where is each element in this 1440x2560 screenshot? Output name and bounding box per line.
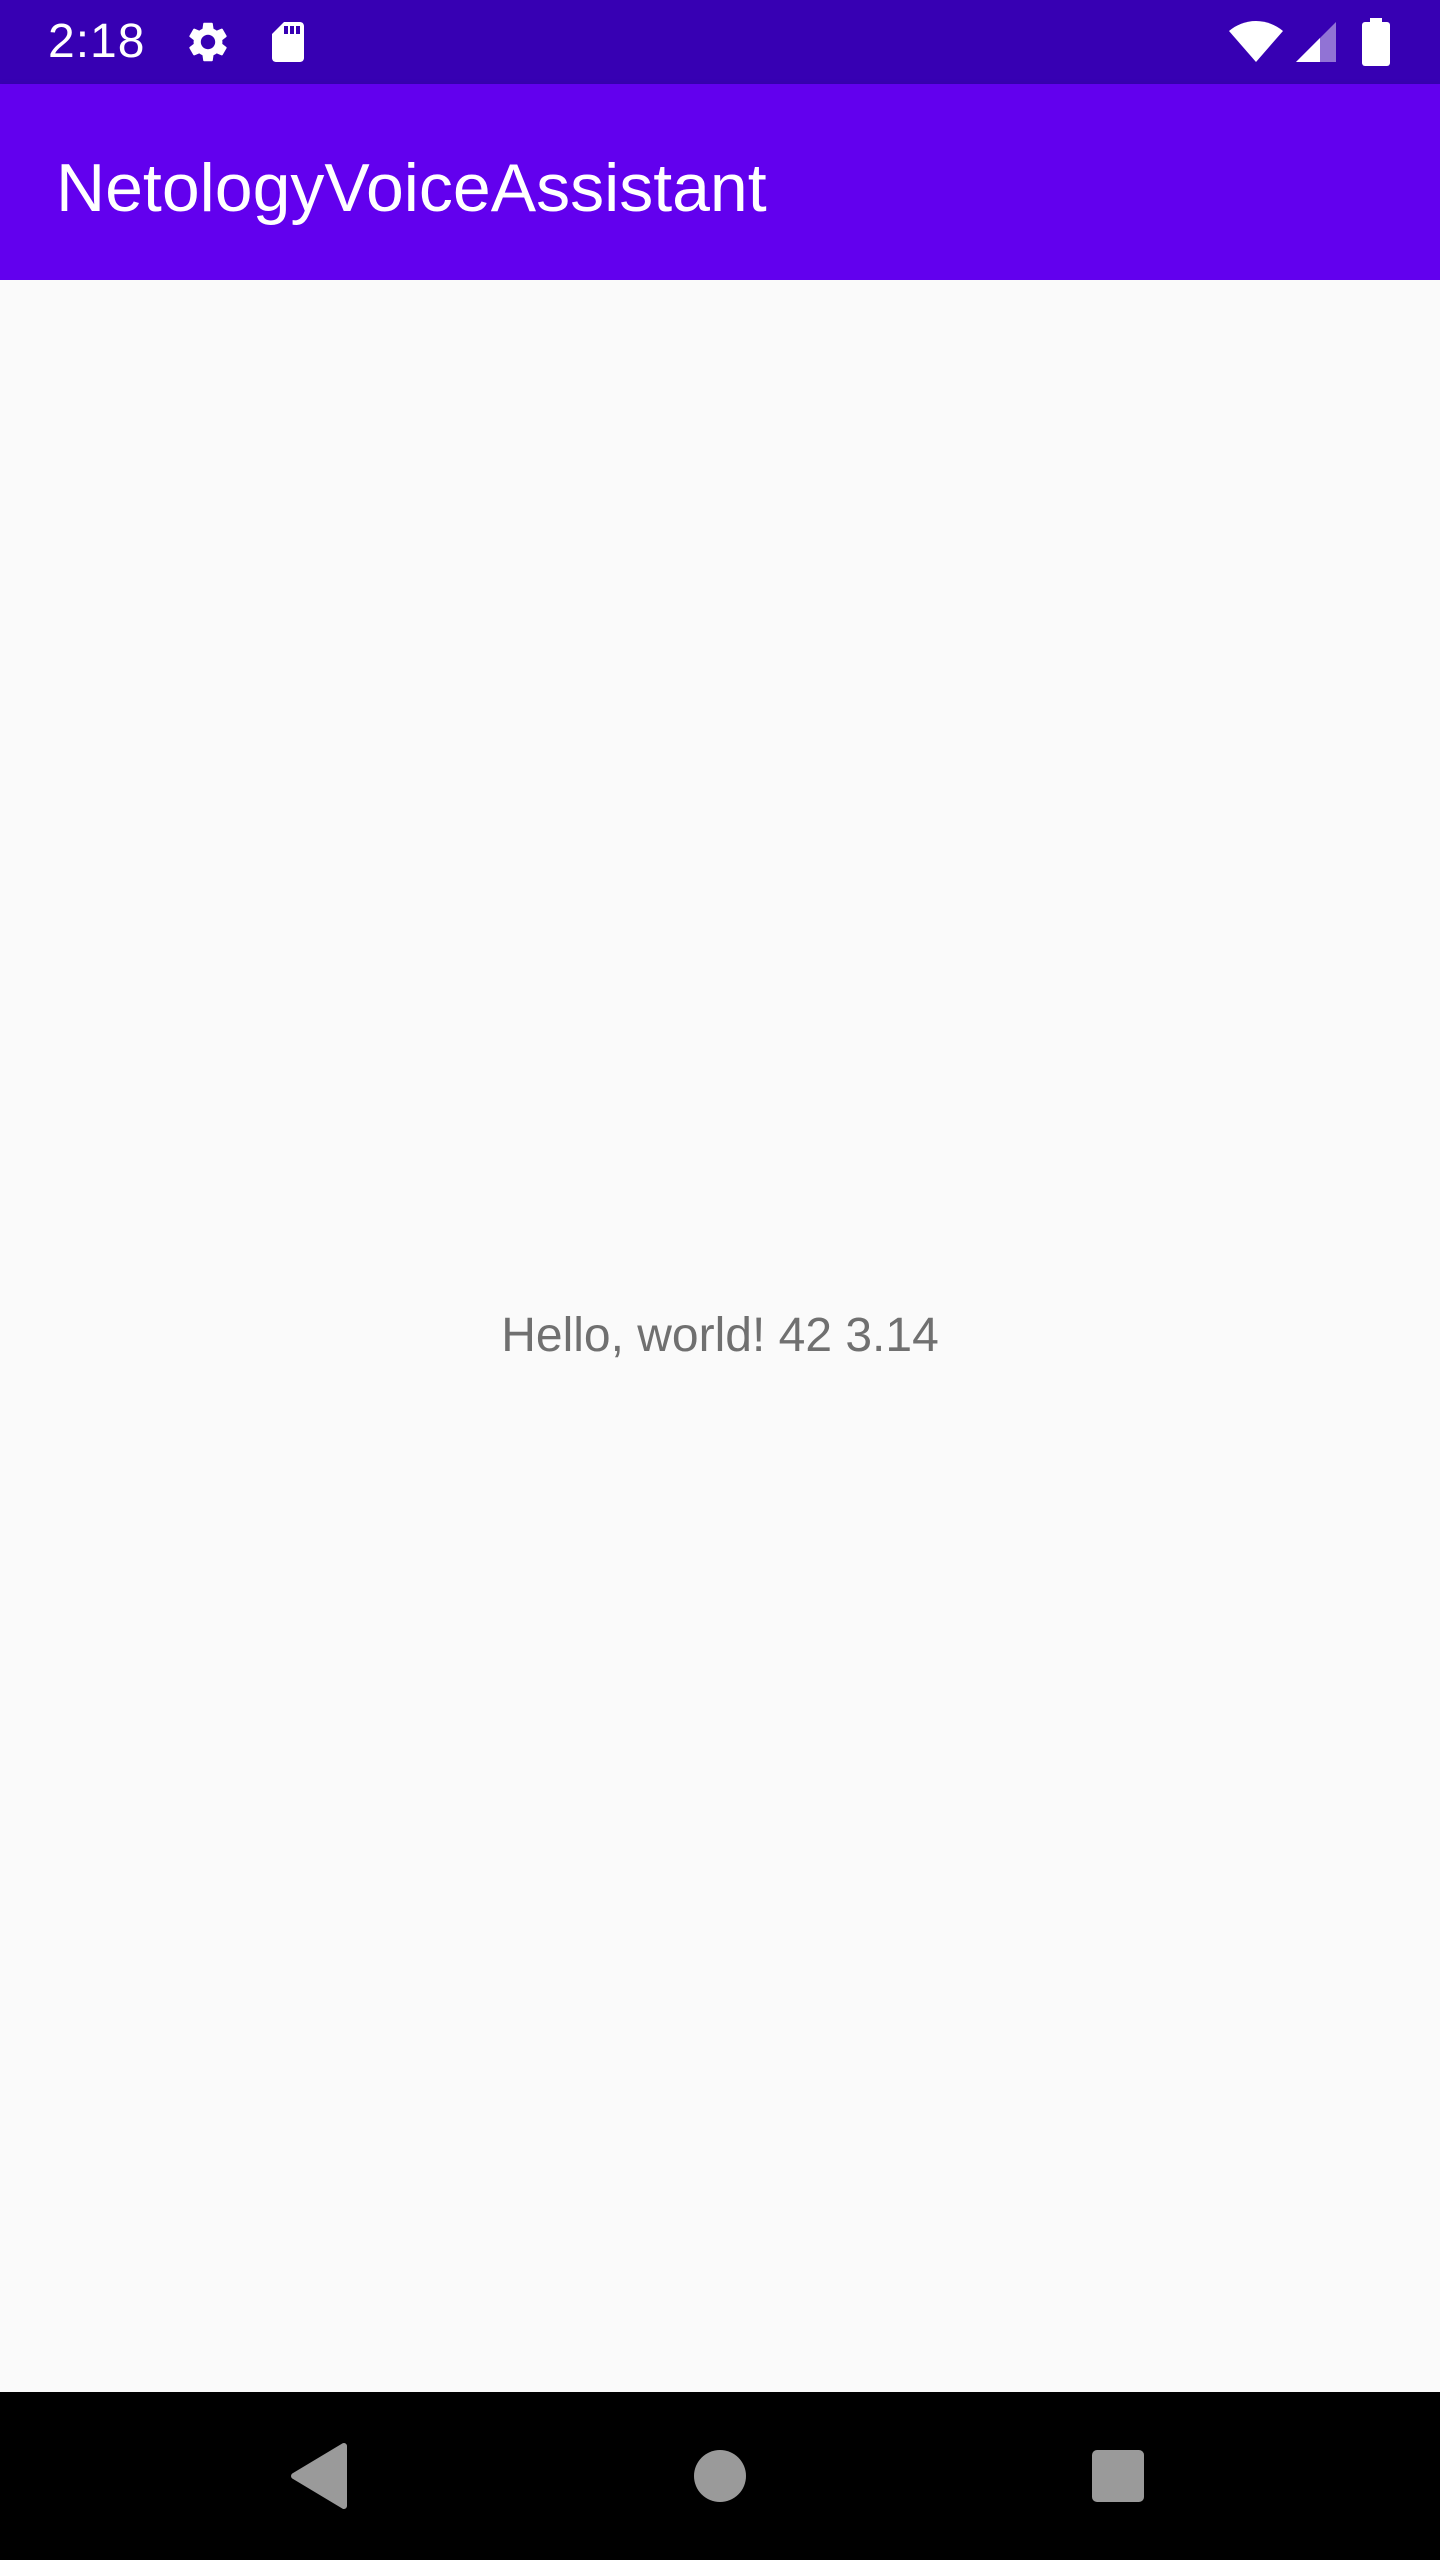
home-button[interactable] [600, 2392, 840, 2560]
main-content: Hello, world! 42 3.14 [0, 280, 1440, 2392]
navigation-bar [0, 2392, 1440, 2560]
gear-icon [189, 22, 227, 62]
status-bar: 2:18 [0, 0, 1440, 84]
status-time: 2:18 [48, 15, 146, 68]
cell-signal-icon [1296, 22, 1336, 62]
wifi-icon [1229, 21, 1283, 62]
recents-icon [1092, 2450, 1144, 2502]
back-button[interactable] [198, 2392, 438, 2560]
app-bar: NetologyVoiceAssistant [0, 84, 1440, 280]
sd-card-icon [272, 22, 304, 62]
battery-icon [1362, 18, 1390, 66]
app-screen: 2:18 NetologyVoiceAssistant Hello, world… [0, 0, 1440, 2560]
back-icon [291, 2443, 347, 2509]
recents-button[interactable] [998, 2392, 1238, 2560]
hello-text: Hello, world! 42 3.14 [501, 1309, 939, 1362]
home-icon [694, 2450, 746, 2502]
app-title: NetologyVoiceAssistant [56, 150, 767, 226]
